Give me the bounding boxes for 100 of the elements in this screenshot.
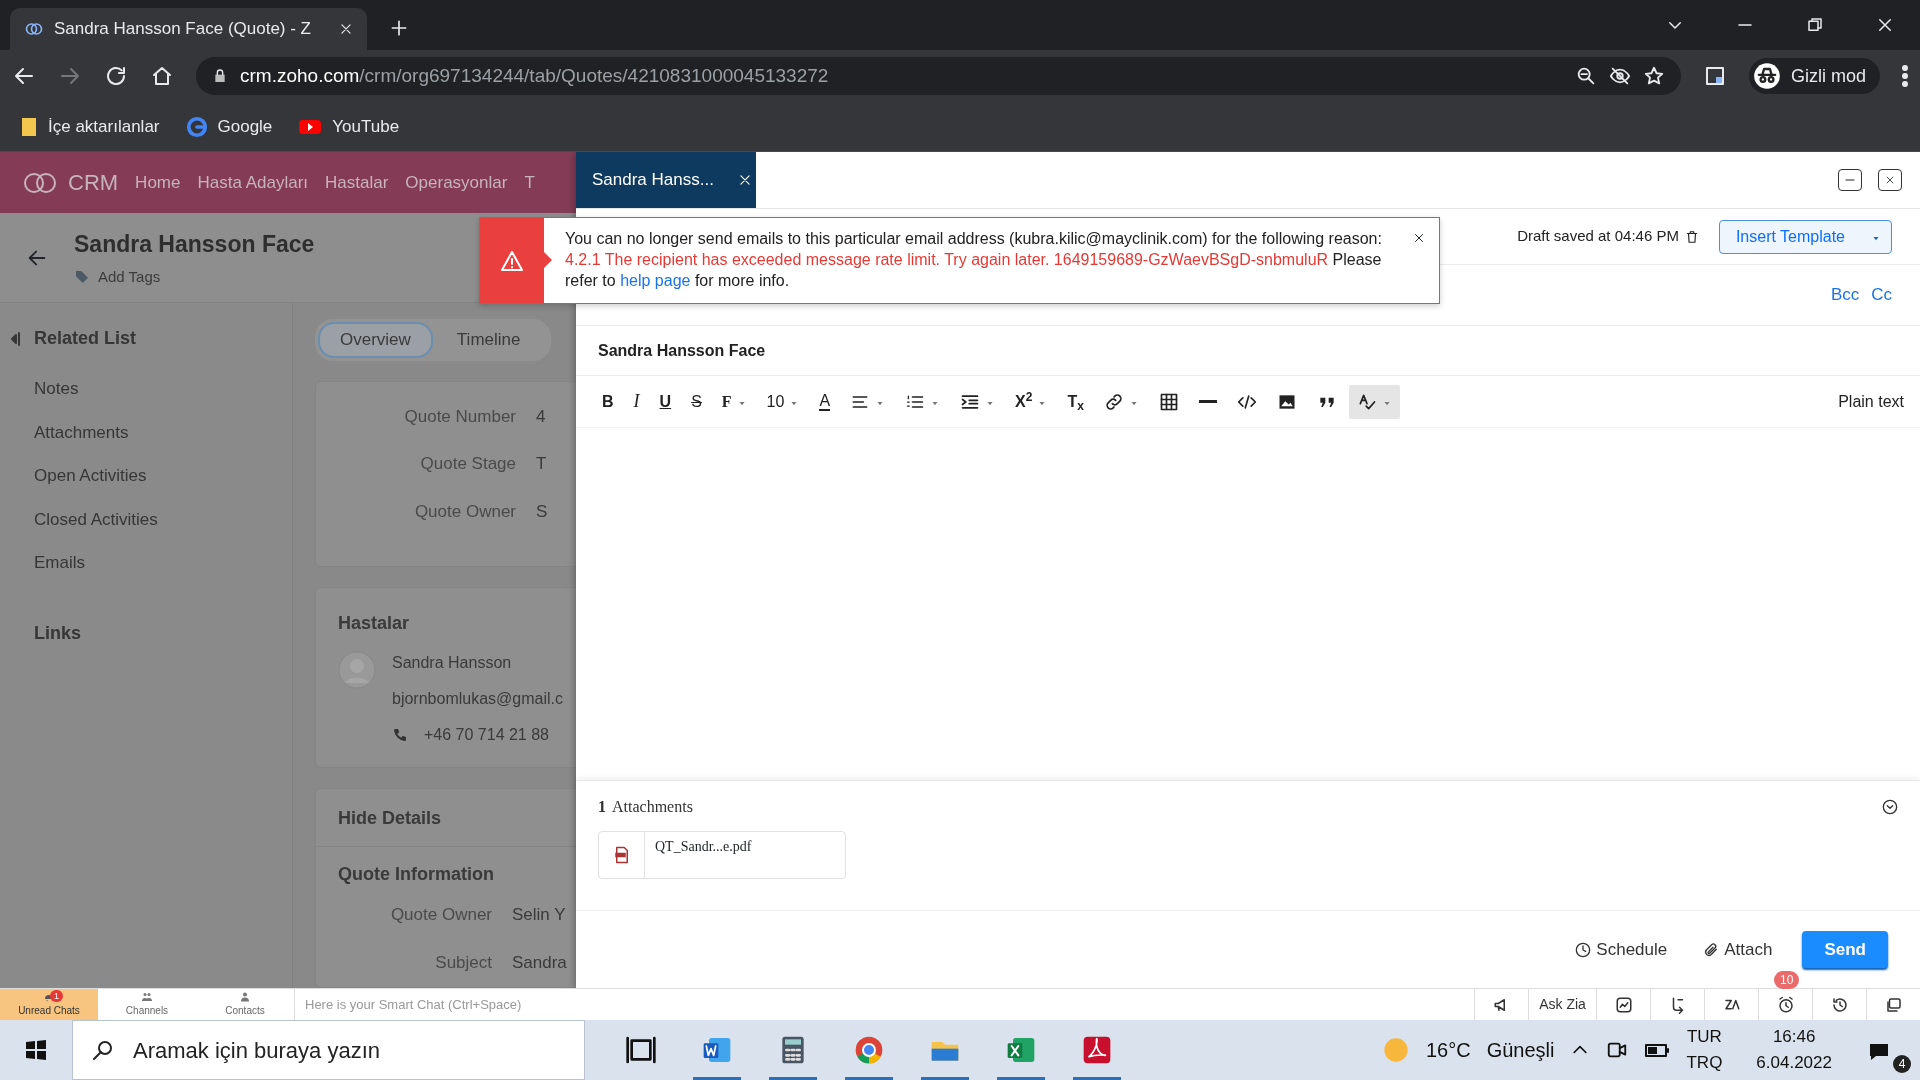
field-value: S bbox=[536, 500, 548, 523]
star-icon[interactable] bbox=[1643, 65, 1665, 87]
nav-link[interactable]: Hastalar bbox=[325, 169, 389, 196]
compose-tab-title: Sandra Hanss... bbox=[592, 169, 714, 192]
close-icon[interactable] bbox=[1876, 16, 1894, 34]
close-icon[interactable] bbox=[1413, 232, 1425, 244]
contact-name[interactable]: Sandra Hansson bbox=[392, 651, 512, 676]
strikethrough-button[interactable]: S bbox=[683, 384, 710, 419]
compose-tab[interactable]: Sandra Hanss... bbox=[576, 152, 756, 208]
sidebar-icon[interactable] bbox=[1703, 64, 1727, 88]
related-list-item[interactable]: Closed Activities bbox=[34, 506, 292, 532]
related-list-item[interactable]: Attachments bbox=[34, 419, 292, 445]
language-code[interactable]: TUR bbox=[1686, 1024, 1722, 1050]
bcc-link[interactable]: Bcc bbox=[1830, 282, 1860, 308]
chat-tab[interactable]: Unread Chats 1 bbox=[0, 989, 98, 1020]
attachment-file[interactable]: QT_Sandr...e.pdf bbox=[598, 831, 846, 879]
eye-off-icon[interactable] bbox=[1609, 65, 1631, 87]
superscript-button[interactable]: X$^{2}$ bbox=[1007, 384, 1056, 419]
warning-icon bbox=[499, 248, 525, 273]
underline-button[interactable]: U bbox=[651, 384, 680, 419]
schedule-button[interactable]: Schedule bbox=[1569, 935, 1674, 964]
tag-icon bbox=[74, 268, 90, 285]
field-value: 4 bbox=[536, 405, 546, 428]
field-label: Quote Owner bbox=[389, 904, 492, 926]
minimize-button[interactable] bbox=[1838, 169, 1862, 191]
close-icon[interactable] bbox=[339, 22, 353, 36]
nav-link[interactable]: T bbox=[524, 169, 535, 196]
clock-time[interactable]: 16:46 bbox=[1772, 1024, 1816, 1050]
nav-link[interactable]: Home bbox=[135, 169, 181, 196]
taskbar-search-field[interactable]: Aramak için buraya yazın bbox=[72, 1020, 585, 1080]
history-icon bbox=[1830, 995, 1849, 1014]
bookmark[interactable]: İçe aktarılanlar bbox=[20, 113, 160, 140]
field-label: Quote Owner bbox=[413, 500, 516, 523]
phone-icon bbox=[392, 727, 408, 744]
details-heading[interactable]: Hide Details bbox=[316, 805, 442, 832]
play-icon bbox=[298, 117, 323, 136]
restore-icon[interactable] bbox=[1806, 16, 1824, 34]
field-label: Subject bbox=[434, 951, 492, 974]
incognito-icon bbox=[1753, 62, 1781, 90]
menu-icon[interactable] bbox=[1902, 65, 1908, 87]
chrome-app-icon bbox=[853, 1034, 885, 1066]
close-button[interactable] bbox=[1878, 169, 1902, 191]
unread-badge: 1 bbox=[50, 990, 63, 1002]
people-icon bbox=[141, 991, 153, 1003]
address-bar[interactable]: crm.zoho.com/crm/org697134244/tab/Quotes/4210831000045133272 bbox=[196, 57, 1681, 95]
bookmark[interactable]: YouTube bbox=[298, 113, 400, 140]
nav-link[interactable]: Hasta Adayları bbox=[197, 169, 309, 196]
clock-icon bbox=[1575, 941, 1592, 958]
chat-tab[interactable]: Contacts bbox=[196, 989, 294, 1020]
keyboard-layout[interactable]: TRQ bbox=[1686, 1050, 1723, 1076]
profile-button[interactable]: Gizli mod bbox=[1749, 58, 1880, 94]
cc-link[interactable]: Cc bbox=[1871, 282, 1892, 308]
text-color-button[interactable]: A bbox=[811, 384, 839, 419]
clear-format-button[interactable]: T$_{x}$ bbox=[1059, 384, 1092, 419]
trash-icon[interactable] bbox=[1684, 228, 1699, 245]
related-list-item[interactable]: Notes bbox=[34, 376, 292, 402]
related-list-item[interactable]: Emails bbox=[34, 550, 292, 576]
pdf-app-icon bbox=[1081, 1034, 1113, 1066]
alarm-icon bbox=[1776, 995, 1795, 1014]
reload-icon[interactable] bbox=[104, 64, 128, 88]
nav-link[interactable]: Operasyonlar bbox=[405, 169, 508, 196]
font-family-button[interactable]: F bbox=[713, 384, 755, 419]
home-icon[interactable] bbox=[150, 64, 174, 88]
font-size-button[interactable]: 10 bbox=[758, 384, 808, 419]
zoom-icon[interactable] bbox=[1575, 65, 1597, 87]
link-icon bbox=[1103, 391, 1124, 412]
chat-tab[interactable]: Channels bbox=[98, 989, 196, 1020]
url-text: crm.zoho.com/crm/org697134244/tab/Quotes/4210831000045133272 bbox=[240, 63, 830, 88]
chat-icon bbox=[1884, 995, 1903, 1014]
card-heading: Hastalar bbox=[337, 612, 410, 636]
field-value: Sandra bbox=[512, 951, 567, 974]
avatar-icon bbox=[338, 651, 376, 690]
view-tab[interactable]: Overview bbox=[318, 322, 433, 358]
windows-logo-icon[interactable] bbox=[24, 1038, 48, 1062]
attach-button[interactable]: Attach bbox=[1697, 935, 1779, 964]
spellcheck-button[interactable] bbox=[1348, 384, 1400, 419]
lock-icon bbox=[212, 67, 228, 85]
notification-count: 4 bbox=[1893, 1055, 1911, 1073]
view-tab[interactable]: Timeline bbox=[436, 322, 541, 358]
collapse-icon[interactable] bbox=[1882, 799, 1898, 815]
bookmark[interactable]: Google bbox=[185, 113, 273, 140]
italic-button[interactable]: I bbox=[625, 384, 648, 419]
temperature: 16°C bbox=[1425, 1038, 1471, 1063]
clock-date[interactable]: 6.04.2022 bbox=[1756, 1050, 1832, 1076]
field-label: Quote Stage bbox=[419, 453, 516, 475]
pdf-file-icon bbox=[612, 845, 631, 865]
close-icon[interactable] bbox=[737, 173, 752, 187]
tab-title: Sandra Hansson Face (Quote) - Z bbox=[54, 18, 312, 41]
related-list-item[interactable]: Open Activities bbox=[34, 463, 292, 489]
browser-tab[interactable]: Sandra Hansson Face (Quote) - Z bbox=[10, 8, 367, 50]
new-tab-icon[interactable] bbox=[389, 18, 409, 38]
contact-email: bjornbomlukas@gmail.c bbox=[392, 689, 563, 710]
plain-text-toggle[interactable]: Plain text bbox=[1838, 389, 1904, 414]
subject-field[interactable]: Sandra Hansson Face bbox=[576, 326, 1920, 376]
logo-text: CRM bbox=[68, 169, 119, 197]
help-link[interactable]: help page bbox=[620, 272, 691, 289]
google-icon bbox=[185, 115, 208, 138]
error-message: You can no longer send emails to this particular email address (kubra.kilic@mayclinik.com) for the following reason: 4.2.1 The recipient has exceeded message rate limit. Try again later. 1649159689-GzWaevBSgD-snbmuluR Please refer to help page for more info. bbox=[564, 229, 1383, 291]
bold-button[interactable]: B bbox=[594, 384, 622, 419]
field-label: Quote Number bbox=[403, 405, 516, 428]
